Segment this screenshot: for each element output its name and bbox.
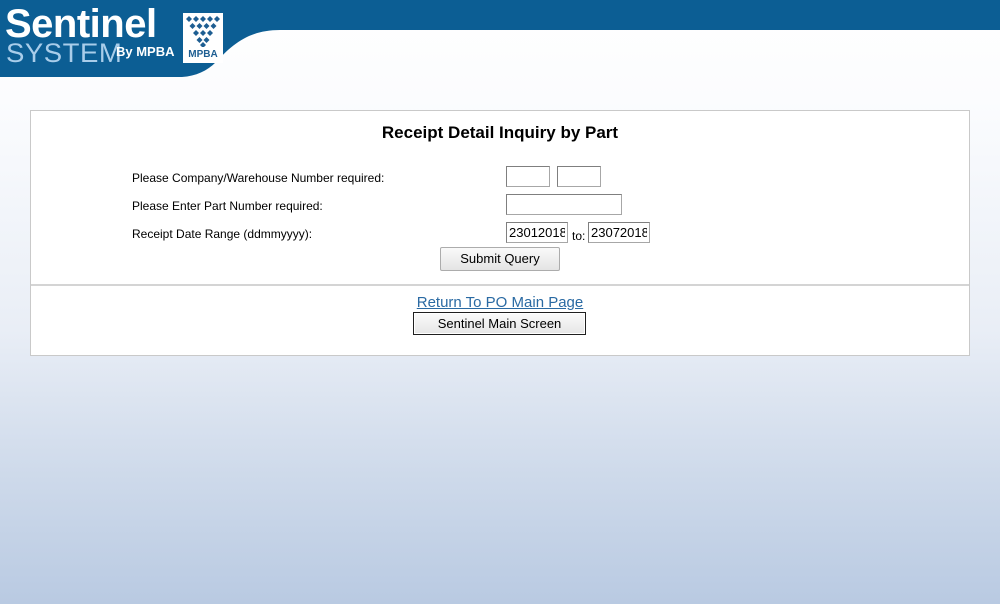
part-number-input[interactable] [506,194,622,215]
date-to-input[interactable] [588,222,650,243]
part-number-label: Please Enter Part Number required: [132,199,323,213]
sentinel-main-screen-button[interactable]: Sentinel Main Screen [413,312,586,335]
panel-divider [31,284,969,286]
submit-query-button[interactable]: Submit Query [440,247,560,271]
mpba-badge: MPBA [183,13,223,63]
date-from-input[interactable] [506,222,568,243]
badge-text: MPBA [188,49,218,60]
sentinel-logo: Sentinel SYSTEM By MPBA MPBA [0,0,240,78]
logo-system-text: SYSTEM [6,38,123,68]
warehouse-number-input[interactable] [557,166,601,187]
return-to-po-main-link[interactable]: Return To PO Main Page [31,294,969,312]
diamond-pattern-icon [186,16,220,47]
date-range-label: Receipt Date Range (ddmmyyyy): [132,227,313,241]
form-title: Receipt Detail Inquiry by Part [381,123,619,142]
company-number-input[interactable] [506,166,550,187]
company-warehouse-label: Please Company/Warehouse Number required… [132,171,385,185]
date-to-label: to: [572,229,586,243]
logo-by-text: By MPBA [116,44,175,59]
receipt-inquiry-panel: Receipt Detail Inquiry by Part Please Co… [30,110,970,356]
